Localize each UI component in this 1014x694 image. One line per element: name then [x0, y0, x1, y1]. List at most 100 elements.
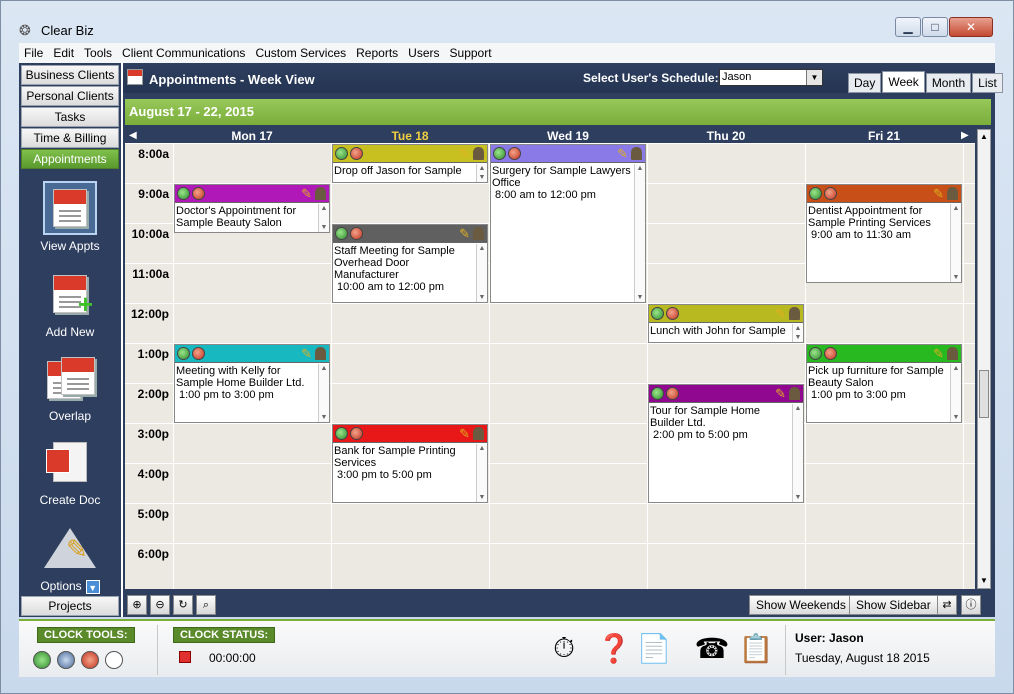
appointment-scrollbar[interactable]: ▲ ▼: [634, 164, 645, 302]
edit-pencil-icon[interactable]: ✎: [459, 226, 470, 242]
start-appointment-icon[interactable]: [651, 387, 664, 400]
start-appointment-icon[interactable]: [493, 147, 506, 160]
start-appointment-icon[interactable]: [809, 187, 822, 200]
tool-create-doc[interactable]: Create Doc: [19, 435, 121, 507]
show-weekends-button[interactable]: Show Weekends: [749, 595, 853, 615]
show-sidebar-button[interactable]: Show Sidebar: [849, 595, 938, 615]
appointment-header[interactable]: ✎: [649, 305, 803, 323]
person-icon[interactable]: [315, 347, 326, 360]
scroll-down-icon[interactable]: ▼: [951, 274, 961, 281]
menu-support[interactable]: Support: [445, 46, 497, 60]
start-appointment-icon[interactable]: [335, 227, 348, 240]
help-add-icon[interactable]: ❓: [593, 627, 635, 669]
prev-week-arrow-icon[interactable]: ◀: [129, 129, 137, 143]
scroll-up-icon[interactable]: ▲: [477, 165, 487, 172]
tool-options[interactable]: Options▼: [19, 521, 121, 594]
options-dropdown-icon[interactable]: ▼: [85, 579, 100, 594]
appointment-card[interactable]: ✎ Surgery for Sample Lawyers Office 8:00 a…: [490, 144, 646, 303]
title-bar[interactable]: ❂ Clear Biz ▁ □ ✕: [1, 1, 1013, 43]
appointment-scrollbar[interactable]: ▲ ▼: [950, 204, 961, 282]
stop-appointment-icon[interactable]: [192, 347, 205, 360]
stop-appointment-icon[interactable]: [824, 187, 837, 200]
stop-appointment-icon[interactable]: [192, 187, 205, 200]
appointment-header[interactable]: ✎: [333, 145, 487, 163]
appointment-card[interactable]: ✎ Dentist Appointment for Sample Printing…: [806, 184, 962, 283]
nav-business-clients[interactable]: Business Clients: [21, 65, 119, 85]
person-icon[interactable]: [473, 227, 484, 240]
binoculars-icon[interactable]: ⌕: [196, 595, 216, 615]
scroll-down-icon[interactable]: ▼: [319, 224, 329, 231]
scroll-up-icon[interactable]: ▲: [951, 205, 961, 212]
person-icon[interactable]: [473, 147, 484, 160]
appointment-header[interactable]: ✎: [175, 345, 329, 363]
next-week-arrow-icon[interactable]: ▶: [961, 129, 969, 143]
appointment-header[interactable]: ✎: [649, 385, 803, 403]
clock-out-icon[interactable]: [81, 651, 99, 669]
nav-tasks[interactable]: Tasks: [21, 107, 119, 127]
appointment-header[interactable]: ✎: [333, 225, 487, 243]
tab-week[interactable]: Week: [882, 71, 925, 93]
info-icon[interactable]: ⓘ: [961, 595, 981, 615]
scroll-up-icon[interactable]: ▲: [635, 165, 645, 172]
start-appointment-icon[interactable]: [177, 347, 190, 360]
menu-tools[interactable]: Tools: [79, 46, 117, 60]
phone-log-icon[interactable]: 📋: [735, 627, 777, 669]
stop-appointment-icon[interactable]: [350, 427, 363, 440]
appointment-card[interactable]: ✎ Meeting with Kelly for Sample Home Buil…: [174, 344, 330, 423]
person-icon[interactable]: [315, 187, 326, 200]
appointment-scrollbar[interactable]: ▲ ▼: [792, 404, 803, 502]
scroll-up-icon[interactable]: ▲: [793, 325, 803, 332]
zoom-out-icon[interactable]: ⊖: [150, 595, 170, 615]
appointment-card[interactable]: ✎ Lunch with John for Sample ▲ ▼: [648, 304, 804, 343]
appointment-card[interactable]: ✎ Staff Meeting for Sample Overhead Door …: [332, 224, 488, 303]
stop-appointment-icon[interactable]: [350, 227, 363, 240]
stop-appointment-icon[interactable]: [350, 147, 363, 160]
scroll-up-icon[interactable]: ▲: [978, 130, 990, 144]
stopwatch-icon[interactable]: [105, 651, 123, 669]
person-icon[interactable]: [789, 387, 800, 400]
menu-edit[interactable]: Edit: [48, 46, 79, 60]
clock-in-icon[interactable]: [33, 651, 51, 669]
tool-add-new[interactable]: + Add New: [19, 267, 121, 339]
scroll-down-icon[interactable]: ▼: [793, 334, 803, 341]
appointment-card[interactable]: ✎ Bank for Sample Printing Services 3:00 p…: [332, 424, 488, 503]
scroll-down-icon[interactable]: ▼: [477, 174, 487, 181]
appointment-scrollbar[interactable]: ▲ ▼: [476, 244, 487, 302]
tab-month[interactable]: Month: [925, 73, 972, 93]
stop-appointment-icon[interactable]: [666, 387, 679, 400]
appointment-card[interactable]: ✎ Pick up furniture for Sample Beauty Sal…: [806, 344, 962, 423]
edit-pencil-icon[interactable]: ✎: [301, 186, 312, 202]
appointment-scrollbar[interactable]: ▲ ▼: [476, 444, 487, 502]
stopwatch-add-icon[interactable]: ⏱: [543, 627, 585, 669]
start-appointment-icon[interactable]: [809, 347, 822, 360]
start-appointment-icon[interactable]: [335, 147, 348, 160]
scroll-up-icon[interactable]: ▲: [477, 445, 487, 452]
nav-time-billing[interactable]: Time & Billing: [21, 128, 119, 148]
appointment-header[interactable]: ✎: [807, 185, 961, 203]
person-icon[interactable]: [473, 427, 484, 440]
nav-projects[interactable]: Projects: [21, 596, 119, 616]
appointment-scrollbar[interactable]: ▲ ▼: [950, 364, 961, 422]
hour-row[interactable]: [125, 463, 975, 503]
tool-view-appts[interactable]: View Appts: [19, 181, 121, 253]
appointment-scrollbar[interactable]: ▲ ▼: [792, 324, 803, 342]
hour-row[interactable]: [125, 503, 975, 543]
person-icon[interactable]: [947, 187, 958, 200]
edit-pencil-icon[interactable]: ✎: [775, 386, 786, 402]
maximize-button[interactable]: □: [922, 17, 948, 37]
close-button[interactable]: ✕: [949, 17, 993, 37]
appointment-header[interactable]: ✎: [807, 345, 961, 363]
appointment-header[interactable]: ✎: [175, 185, 329, 203]
appointment-card[interactable]: ✎ Doctor's Appointment for Sample Beauty …: [174, 184, 330, 233]
menu-file[interactable]: File: [19, 46, 48, 60]
scroll-up-icon[interactable]: ▲: [477, 245, 487, 252]
start-appointment-icon[interactable]: [177, 187, 190, 200]
appointment-header[interactable]: ✎: [333, 425, 487, 443]
scroll-thumb[interactable]: [979, 370, 989, 418]
calendar-grid[interactable]: 8:00a 9:00a 10:00a 11:00a 12:00p 1:00p 2:00p 3:…: [125, 143, 975, 589]
person-icon[interactable]: [789, 307, 800, 320]
scroll-up-icon[interactable]: ▲: [951, 365, 961, 372]
appointment-scrollbar[interactable]: ▲ ▼: [318, 364, 329, 422]
person-icon[interactable]: [631, 147, 642, 160]
person-icon[interactable]: [947, 347, 958, 360]
